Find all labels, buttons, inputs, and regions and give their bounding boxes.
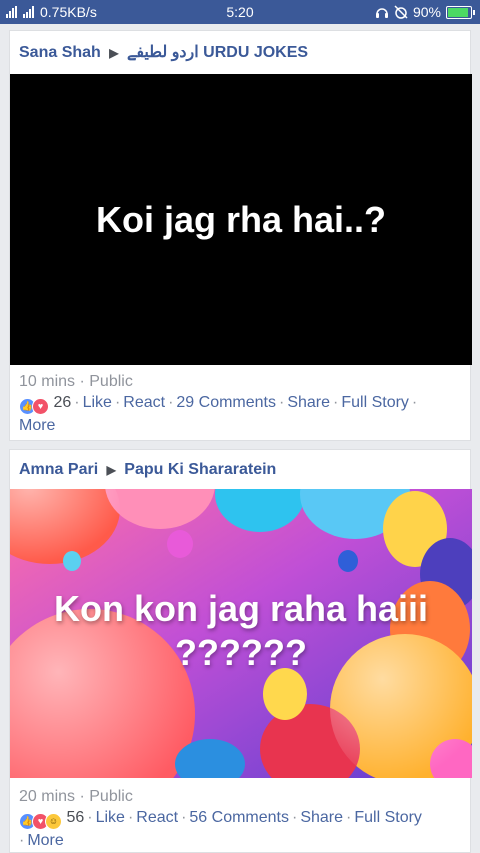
action-bar: 👍 ♥ 26 · Like · React · 29 Comments · Share · Full… [19, 394, 418, 434]
battery-fill [448, 7, 468, 17]
reaction-count[interactable]: 26 [53, 394, 71, 411]
author-name[interactable]: Sana Shah [19, 44, 101, 61]
post-time[interactable]: 20 mins [19, 788, 75, 805]
image-text-line-1: Kon kon jag raha haiii [53, 588, 429, 629]
full-story-link[interactable]: Full Story [341, 394, 409, 411]
more-link[interactable]: More [19, 417, 55, 434]
action-bar: 👍 ♥ ☺ 56 · Like · React · 56 Comments · Share · Fu… [19, 809, 422, 849]
image-text: Kon kon jag raha haiii ?????? [10, 587, 472, 675]
post-card: Sana Shah ▶ اردو لطیفے URDU JOKES Koi ja… [9, 30, 472, 441]
react-button[interactable]: React [123, 394, 165, 411]
post-meta: 20 mins · Public [19, 788, 133, 805]
group-name-urdu[interactable]: اردو لطیفے [127, 44, 199, 61]
post-image[interactable]: Kon kon jag raha haiii ?????? [10, 489, 472, 778]
comments-link[interactable]: 56 Comments [189, 809, 289, 826]
status-bar: 0.75KB/s 5:20 90% [0, 0, 480, 24]
post-privacy: Public [89, 373, 133, 390]
like-button[interactable]: Like [83, 394, 112, 411]
play-arrow-icon: ▶ [106, 463, 116, 477]
battery-percent: 90% [412, 4, 441, 20]
more-link[interactable]: More [27, 832, 63, 849]
like-button[interactable]: Like [96, 809, 125, 826]
post-footer: 10 mins · Public 👍 ♥ 26 · Like · React · 29 Co… [19, 371, 461, 436]
group-name[interactable]: Papu Ki Shararatein [124, 461, 276, 478]
image-text-line-2: ?????? [175, 632, 307, 673]
reaction-icons[interactable]: 👍 ♥ ☺ [19, 813, 62, 830]
alarm-off-icon [394, 5, 408, 19]
post-time[interactable]: 10 mins [19, 373, 75, 390]
image-text: Koi jag rha hai..? [95, 199, 387, 240]
haha-reaction-icon: ☺ [45, 813, 62, 830]
share-button[interactable]: Share [300, 809, 343, 826]
reaction-icons[interactable]: 👍 ♥ [19, 398, 49, 415]
love-reaction-icon: ♥ [32, 398, 49, 415]
post-card: Amna Pari ▶ Papu Ki Shararatein Kon kon … [9, 449, 472, 853]
full-story-link[interactable]: Full Story [354, 809, 422, 826]
play-arrow-icon: ▶ [109, 46, 119, 60]
post-meta: 10 mins · Public [19, 373, 133, 390]
post-footer: 20 mins · Public 👍 ♥ ☺ 56 · Like · React · 56 … [19, 786, 461, 851]
post-header: Amna Pari ▶ Papu Ki Shararatein [10, 450, 470, 493]
post-image[interactable]: Koi jag rha hai..? [10, 74, 472, 365]
author-name[interactable]: Amna Pari [19, 461, 98, 478]
post-header: Sana Shah ▶ اردو لطیفے URDU JOKES [10, 31, 470, 74]
reaction-count[interactable]: 56 [66, 809, 84, 826]
status-right: 90% [375, 4, 475, 20]
comments-link[interactable]: 29 Comments [176, 394, 276, 411]
headset-icon [375, 8, 388, 18]
post-privacy: Public [89, 788, 133, 805]
share-button[interactable]: Share [287, 394, 330, 411]
react-button[interactable]: React [136, 809, 178, 826]
group-name[interactable]: URDU JOKES [203, 44, 308, 61]
battery-icon [446, 5, 475, 19]
